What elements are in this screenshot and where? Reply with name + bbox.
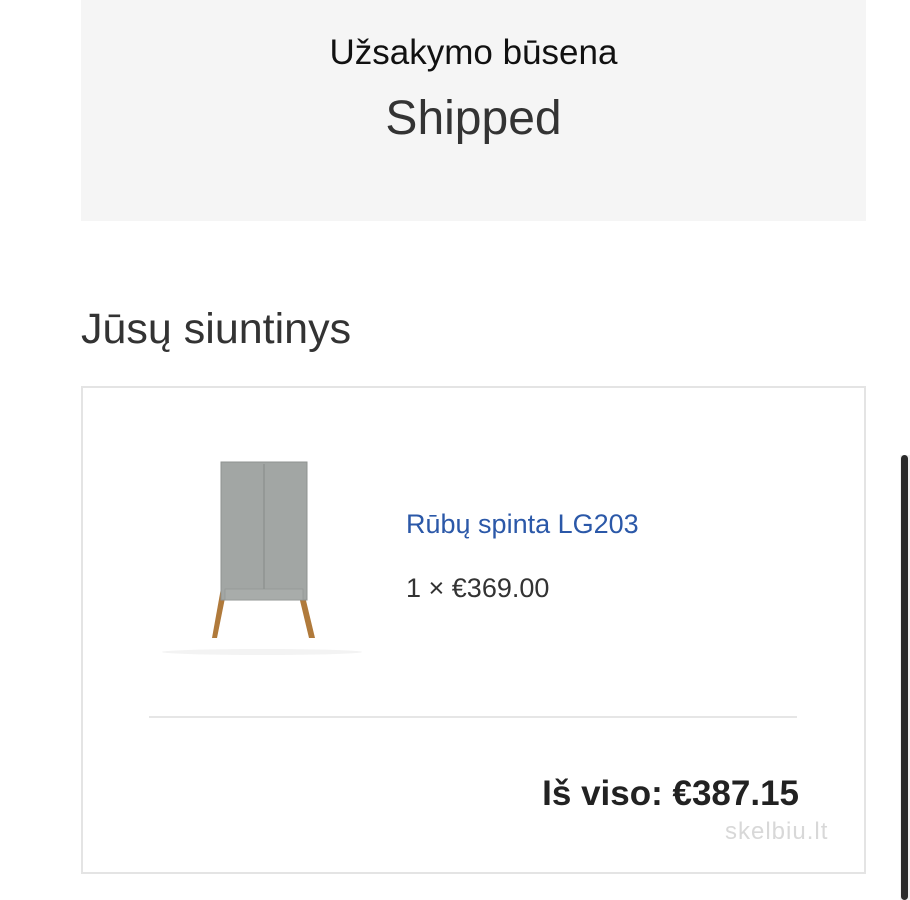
scrollbar-thumb[interactable] (901, 455, 908, 900)
card-divider (149, 716, 797, 718)
order-status-label: Užsakymo būsena (329, 33, 618, 72)
watermark-logo: skelbiu.lt (725, 818, 829, 845)
order-page: Užsakymo būsena Shipped Jūsų siuntinys R… (0, 0, 910, 900)
shipment-card: Rūbų spinta LG203 1 × €369.00 Iš viso: €… (81, 386, 866, 874)
product-quantity-price: 1 × €369.00 (406, 573, 550, 603)
wardrobe-product-image[interactable] (149, 448, 375, 658)
product-name-link[interactable]: Rūbų spinta LG203 (406, 508, 639, 540)
order-total: Iš viso: €387.15 (542, 774, 799, 813)
shipment-heading: Jūsų siuntinys (81, 305, 352, 353)
order-status-value: Shipped (385, 92, 562, 145)
scrollbar[interactable] (900, 455, 910, 900)
order-status-panel: Užsakymo būsena Shipped (81, 0, 866, 221)
